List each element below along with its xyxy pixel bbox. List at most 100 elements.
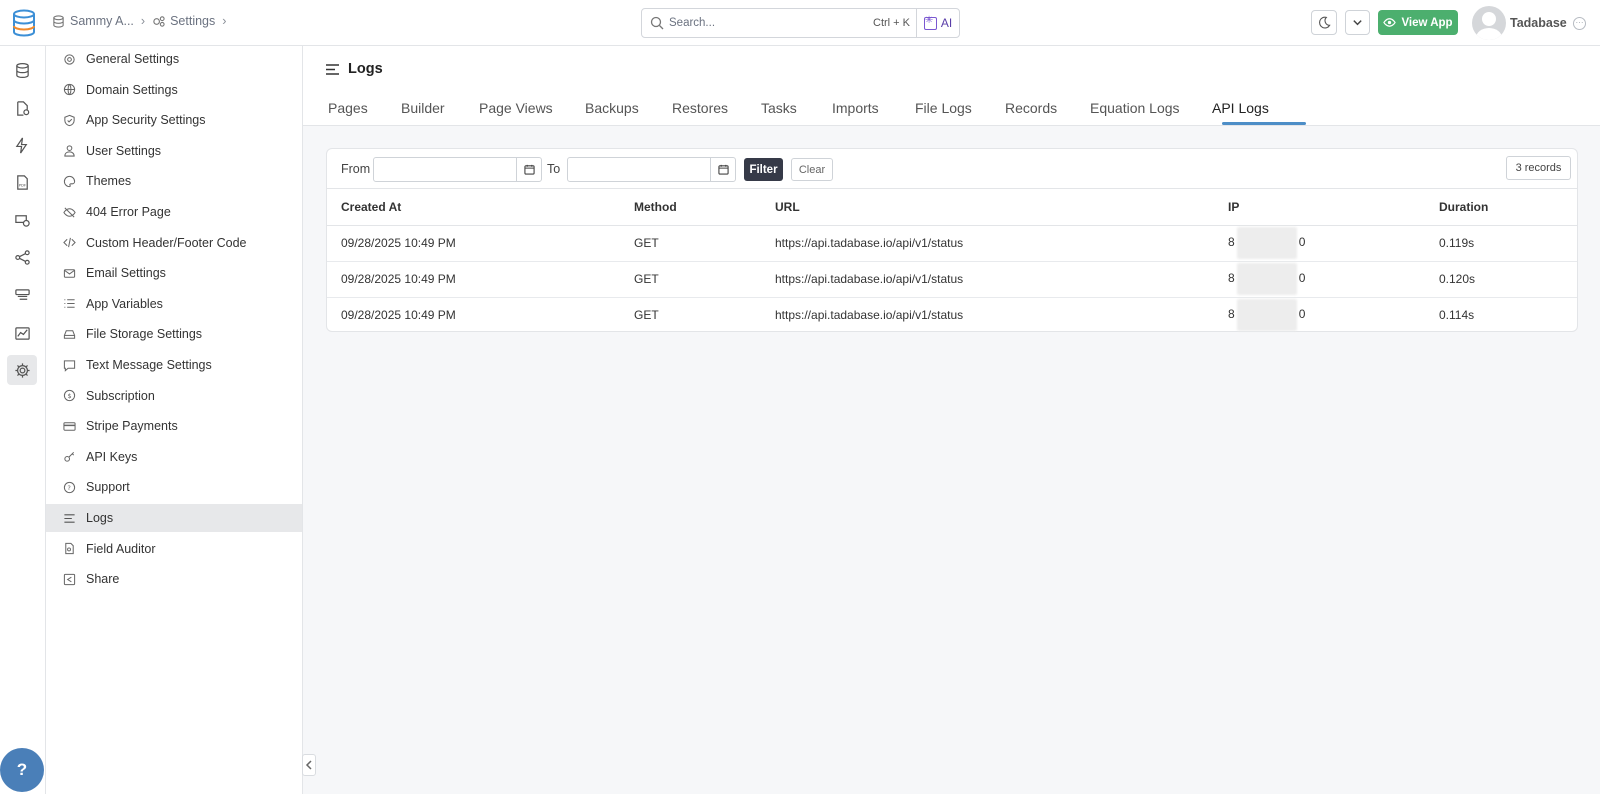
rail-database[interactable] [7,55,37,85]
redacted-ip-blur [1236,299,1297,332]
drive-icon [63,330,76,339]
ip-suffix: 0 [1298,235,1306,250]
cell-duration: 0.119s [1425,225,1577,262]
tab-imports[interactable]: Imports [832,100,879,116]
bars-icon [64,513,75,523]
sidebar-item-email-settings[interactable]: Email Settings [46,259,302,287]
tab-records[interactable]: Records [1005,100,1057,116]
table-row[interactable]: 09/28/2025 10:49 PM GET https://api.tadaba… [327,297,1577,333]
to-calendar-button[interactable] [710,158,735,181]
more-options-icon[interactable]: ··· [1573,17,1586,30]
rail-integrations[interactable] [7,242,37,272]
sidebar-item-label: User Settings [86,143,162,158]
sidebar-item-user-settings[interactable]: User Settings [46,137,302,165]
sidebar-item-themes[interactable]: Themes [46,167,302,195]
rail-settings[interactable] [7,355,37,385]
column-ip[interactable]: IP [1214,189,1425,226]
sidebar-item-404-error-page[interactable]: 404 Error Page [46,198,302,226]
sidebar-item-label: App Variables [86,296,163,311]
rail-layouts[interactable] [7,280,37,310]
breadcrumb-settings[interactable]: Settings [152,14,215,28]
tab-restores[interactable]: Restores [672,100,728,116]
rail-pdf[interactable]: PDF [7,167,37,197]
sidebar-item-label: Share [86,572,120,587]
username[interactable]: Tadabase [1510,16,1567,30]
ai-sparkle-icon [923,15,937,30]
ai-button[interactable]: AI [916,9,959,37]
sidebar-item-general-settings[interactable]: General Settings [46,45,302,73]
tab-builder[interactable]: Builder [401,100,445,116]
app-menu-dropdown[interactable] [1345,10,1370,35]
column-url[interactable]: URL [761,189,1214,226]
tab-backups[interactable]: Backups [585,100,639,116]
cell-created-at: 09/28/2025 10:49 PM [341,308,456,323]
chevron-right-icon: › [222,14,227,28]
search-input[interactable]: Search... [669,17,715,29]
tab-api-logs[interactable]: API Logs [1212,100,1269,116]
view-app-button[interactable]: View App [1378,10,1458,35]
tab-pages[interactable]: Pages [328,100,368,116]
redacted-ip-blur [1236,227,1297,259]
from-label: From [341,162,371,176]
rail-pages[interactable] [7,93,37,123]
tab-file-logs[interactable]: File Logs [915,100,972,116]
sidebar-item-label: API Keys [86,449,138,464]
ip-prefix: 8 [1228,307,1235,322]
sidebar-item-share[interactable]: Share [46,565,302,593]
table-row[interactable]: 09/28/2025 10:49 PM GET https://api.tadaba… [327,225,1577,262]
key-icon [64,452,75,462]
tadabase-logo-icon[interactable] [11,9,37,37]
sidebar-item-field-auditor[interactable]: Field Auditor [46,535,302,563]
help-button[interactable]: ? [0,748,44,792]
search-shortcut: Ctrl + K [873,17,910,29]
tab-tasks[interactable]: Tasks [761,100,797,116]
sidebar-item-label: Domain Settings [86,82,178,97]
breadcrumb-app[interactable]: Sammy A... [52,14,134,28]
sidebar-item-label: Stripe Payments [86,419,178,434]
tab-page-views[interactable]: Page Views [479,100,553,116]
column-duration[interactable]: Duration [1425,189,1577,226]
sidebar-item-app-variables[interactable]: App Variables [46,290,302,318]
calendar-icon [717,164,729,175]
column-method[interactable]: Method [620,189,761,226]
ip-prefix: 8 [1228,235,1235,250]
sidebar-item-custom-header-footer-code[interactable]: Custom Header/Footer Code [46,229,302,257]
sidebar-item-domain-settings[interactable]: Domain Settings [46,76,302,104]
sidebar-item-label: Field Auditor [86,541,156,556]
sidebar-item-text-message-settings[interactable]: Text Message Settings [46,351,302,379]
to-date-field[interactable] [567,157,736,182]
rail-schedule[interactable] [7,205,37,235]
sidebar-item-stripe-payments[interactable]: Stripe Payments [46,412,302,440]
chart-icon [14,326,30,340]
collapse-sidebar-button[interactable] [302,754,316,776]
task-clock-icon [14,214,30,227]
cell-ip: 80 [1214,297,1425,333]
gear-icon [14,362,30,378]
table-row[interactable]: 09/28/2025 10:49 PM GET https://api.tadaba… [327,261,1577,298]
sidebar-item-label: Logs [86,511,114,525]
global-search[interactable]: Search... Ctrl + K AI [641,8,960,38]
dark-mode-toggle[interactable] [1311,10,1337,35]
from-date-field[interactable] [373,157,542,182]
settings-sidebar: General Settings Domain Settings App Secur… [46,46,303,794]
sidebar-item-subscription[interactable]: $ Subscription [46,382,302,410]
sidebar-item-label: Email Settings [86,266,166,281]
tab-equation-logs[interactable]: Equation Logs [1090,100,1180,116]
rail-analytics[interactable] [7,318,37,348]
eye-slash-icon [63,206,76,218]
share-icon [63,573,76,585]
avatar[interactable] [1472,6,1506,40]
sidebar-item-api-keys[interactable]: API Keys [46,443,302,471]
filter-button[interactable]: Filter [744,158,783,181]
from-calendar-button[interactable] [516,158,541,181]
records-count-badge: 3 records [1506,156,1571,180]
sidebar-item-support[interactable]: ? Support [46,473,302,501]
sidebar-item-app-security-settings[interactable]: App Security Settings [46,106,302,134]
clear-button[interactable]: Clear [791,158,833,181]
column-created-at[interactable]: Created At [327,189,620,226]
sidebar-item-file-storage-settings[interactable]: File Storage Settings [46,320,302,348]
sidebar-item-logs[interactable]: Logs [46,504,302,532]
sidebar-item-label: File Storage Settings [86,327,203,342]
eye-icon [1383,18,1397,27]
rail-automations[interactable] [7,130,37,160]
